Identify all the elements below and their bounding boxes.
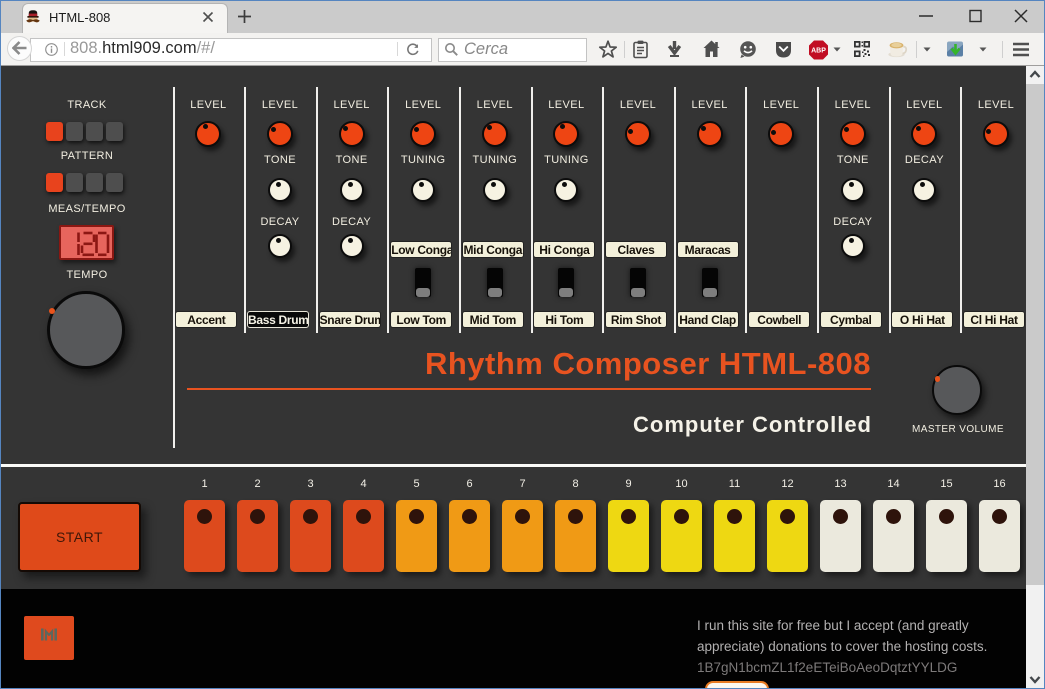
svg-text:ABP: ABP	[811, 48, 826, 55]
